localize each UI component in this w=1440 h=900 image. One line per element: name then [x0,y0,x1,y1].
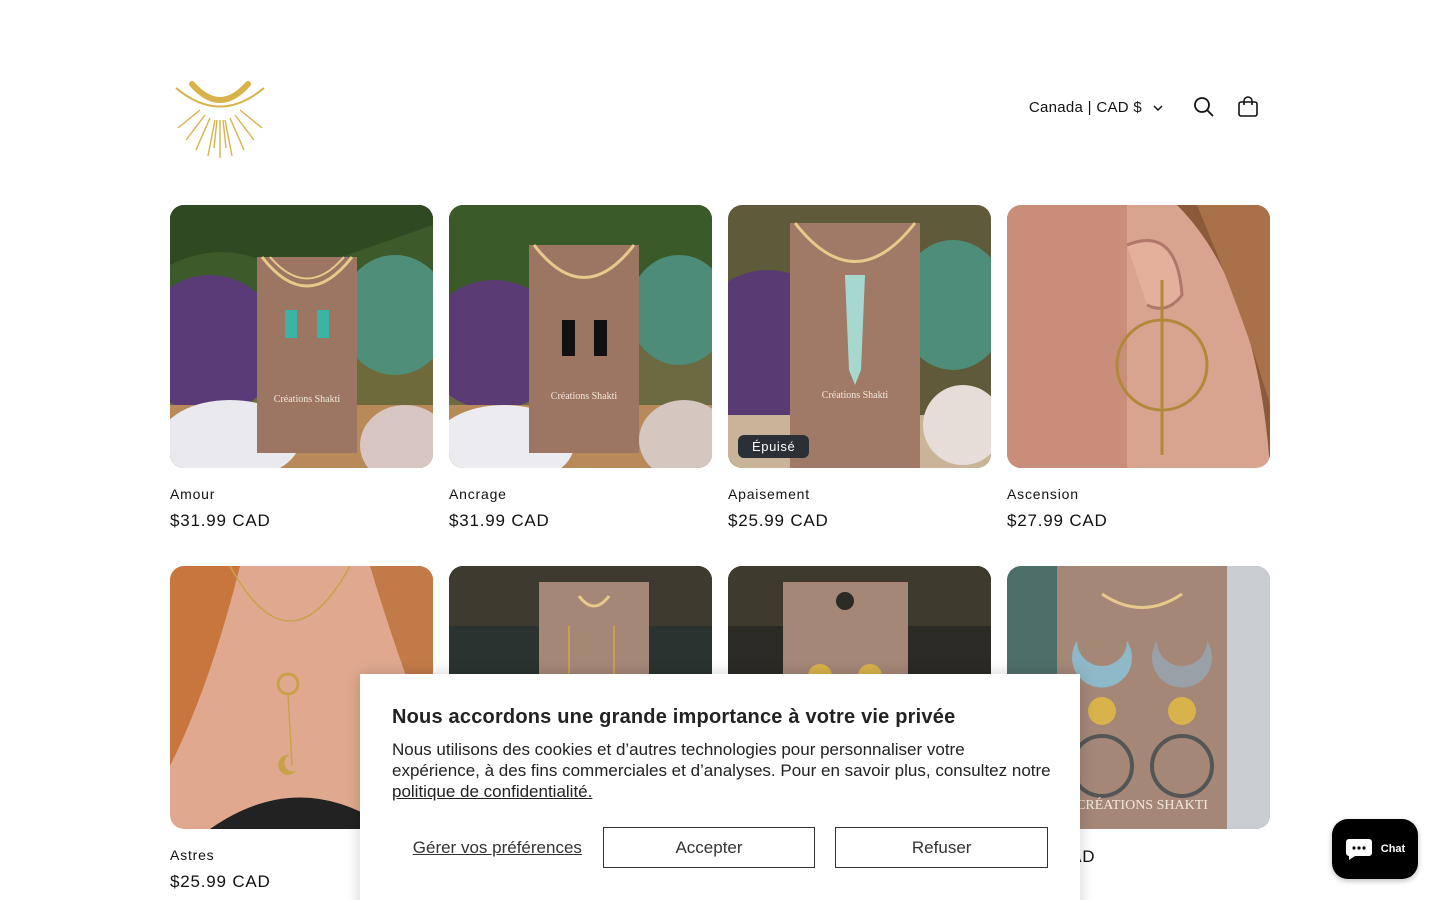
chat-button[interactable]: Chat [1332,819,1418,879]
site-header: Canada | CAD $ [170,60,1270,160]
privacy-policy-link[interactable]: politique de confidentialité. [392,782,592,801]
chevron-down-icon [1152,101,1164,113]
product-title[interactable]: Ascension [1007,486,1270,502]
svg-text:Créations Shakti: Créations Shakti [274,394,341,405]
cookie-banner: Nous accordons une grande importance à v… [360,674,1080,900]
header-actions: Canada | CAD $ [1029,90,1270,124]
chat-label: Chat [1380,843,1406,855]
product-card[interactable]: Créations Shakti Épuisé Apaisement $25.9… [728,205,991,566]
product-price: $27.99 CAD [1007,511,1108,530]
product-price: $31.99 CAD [170,511,271,530]
cookie-banner-text: Nous utilisons des cookies et d’autres t… [392,739,1052,802]
product-card[interactable]: Ascension $27.99 CAD [1007,205,1270,566]
product-price: $25.99 CAD [728,511,829,530]
product-card[interactable]: Créations Shakti Ancrage $31.99 CAD [449,205,712,566]
product-card[interactable]: Créations Shakti Amour $31.99 CAD [170,205,433,566]
brand-logo[interactable] [170,70,270,160]
cookie-banner-title: Nous accordons une grande importance à v… [392,706,956,728]
product-image[interactable] [1007,205,1270,468]
search-icon[interactable] [1182,85,1226,129]
country-selector-label: Canada | CAD $ [1028,98,1142,116]
product-title[interactable]: Apaisement [728,486,991,502]
product-image[interactable]: Créations Shakti [449,205,712,468]
product-price: $31.99 CAD [449,511,550,530]
product-title[interactable]: Amour [170,486,433,502]
product-image[interactable]: Créations Shakti Épuisé [728,205,991,468]
manage-preferences-link[interactable]: Gérer vos préférences [392,838,603,858]
decline-button[interactable]: Refuser [835,827,1049,868]
sold-out-badge: Épuisé [738,435,810,458]
country-selector[interactable]: Canada | CAD $ [1029,99,1164,116]
cart-icon[interactable] [1226,85,1270,129]
cookie-actions: Gérer vos préférences Accepter Refuser [392,827,1049,868]
product-image[interactable]: Créations Shakti [170,205,433,468]
chat-bubble-icon [1345,839,1372,860]
svg-text:CRÉATIONS SHAKTI: CRÉATIONS SHAKTI [1076,796,1208,813]
product-title[interactable]: Ancrage [449,486,712,502]
cookie-banner-body: Nous utilisons des cookies et d’autres t… [392,740,1051,780]
accept-button[interactable]: Accepter [602,827,816,868]
svg-text:Créations Shakti: Créations Shakti [822,390,889,401]
svg-text:Créations Shakti: Créations Shakti [551,391,618,402]
